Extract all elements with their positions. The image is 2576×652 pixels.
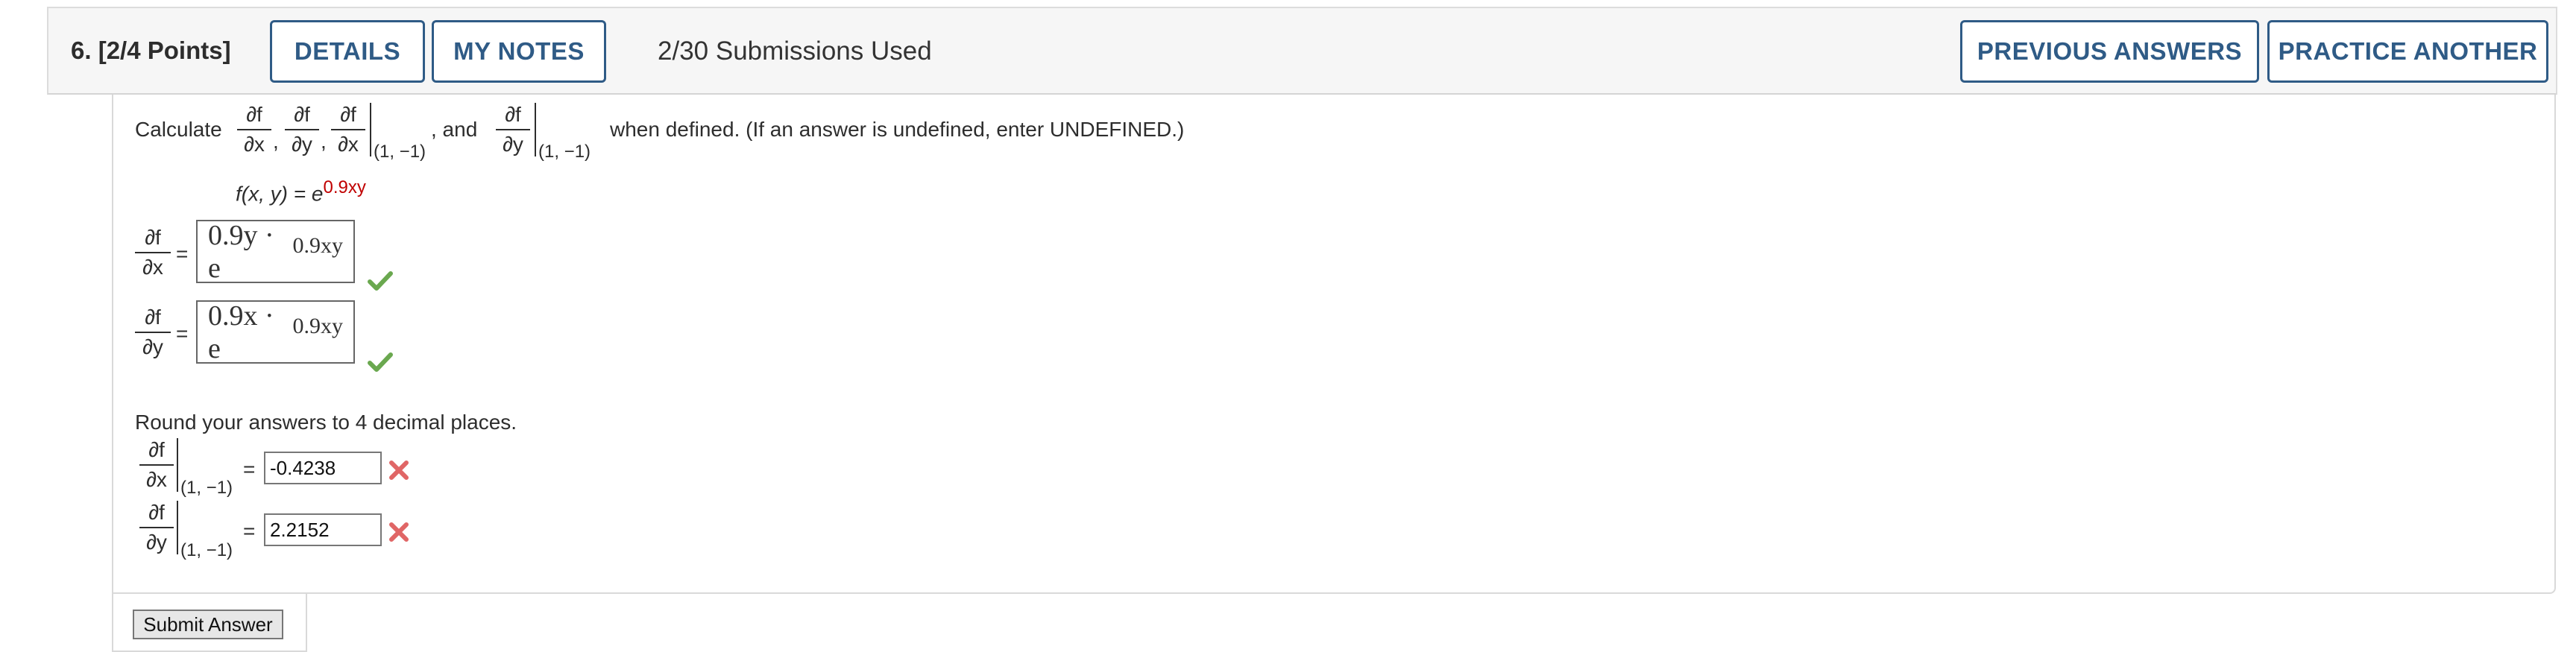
previous-answers-button[interactable]: PREVIOUS ANSWERS (1960, 20, 2259, 83)
my-notes-button[interactable]: MY NOTES (432, 20, 606, 83)
fraction-df-dx-eval-input: ∂f ∂x (139, 438, 174, 492)
fy-answer-base: 0.9x · e (208, 300, 274, 364)
fraction-df-dy: ∂f ∂y (285, 103, 319, 156)
fraction-denominator: ∂y (285, 129, 319, 156)
fraction-df-dy-answer: ∂f ∂y (135, 306, 171, 359)
fx-answer-display: 0.9y · e 0.9xy (196, 219, 355, 284)
fraction-denominator: ∂x (331, 129, 365, 156)
question-body (112, 95, 2556, 594)
fy-answer-display: 0.9x · e 0.9xy (196, 300, 355, 364)
fraction-df-dy-eval: ∂f ∂y (496, 103, 530, 156)
comma: , (321, 130, 327, 153)
fx-eval-input[interactable] (264, 452, 382, 484)
fraction-denominator: ∂y (496, 129, 530, 156)
fy-eval-input[interactable] (264, 513, 382, 546)
equals-sign: = (243, 519, 256, 542)
submissions-count: 2/30 Submissions Used (658, 37, 932, 66)
fraction-denominator: ∂x (139, 464, 174, 492)
fraction-denominator: ∂x (237, 129, 271, 156)
fraction-df-dx-answer: ∂f ∂x (135, 226, 171, 279)
equals-sign: = (243, 458, 256, 481)
evaluation-point: (1, −1) (538, 142, 591, 162)
fy-answer-exponent: 0.9xy (292, 313, 344, 338)
equals-sign: = (176, 242, 189, 265)
question-header: 6. [2/4 Points] DETAILS MY NOTES 2/30 Su… (47, 7, 2557, 95)
evaluation-bar (535, 103, 536, 156)
evaluation-bar (177, 501, 178, 554)
fraction-numerator: ∂f (145, 226, 161, 249)
evaluation-point: (1, −1) (180, 478, 233, 498)
comma: , (273, 130, 279, 153)
equals-sign: = (176, 322, 189, 345)
instruction-text: when defined. (If an answer is undefined… (610, 118, 1185, 141)
fraction-numerator: ∂f (246, 103, 262, 126)
fraction-numerator: ∂f (148, 501, 165, 524)
and-label: , and (431, 118, 478, 141)
fx-answer-exponent: 0.9xy (292, 232, 344, 258)
x-mark-icon (389, 460, 409, 480)
fraction-denominator: ∂y (139, 527, 174, 554)
round-note: Round your answers to 4 decimal places. (135, 411, 517, 434)
evaluation-bar (177, 438, 178, 492)
check-icon (368, 352, 393, 372)
check-icon (368, 271, 393, 291)
fx-answer-base: 0.9y · e (208, 219, 274, 284)
practice-another-button[interactable]: PRACTICE ANOTHER (2267, 20, 2548, 83)
fraction-numerator: ∂f (145, 306, 161, 329)
fraction-numerator: ∂f (148, 438, 165, 461)
question-number: 6. (71, 37, 92, 64)
submit-answer-button[interactable]: Submit Answer (133, 610, 283, 639)
fraction-numerator: ∂f (294, 103, 310, 126)
fraction-numerator: ∂f (340, 103, 356, 126)
fraction-denominator: ∂x (135, 252, 171, 279)
evaluation-bar (370, 103, 371, 156)
fraction-df-dx-eval: ∂f ∂x (331, 103, 365, 156)
fraction-denominator: ∂y (135, 332, 171, 359)
function-exponent: 0.9xy (323, 177, 366, 197)
fraction-numerator: ∂f (505, 103, 521, 126)
x-mark-icon (389, 522, 409, 542)
question-points: [2/4 Points] (98, 37, 231, 64)
calculate-label: Calculate (135, 118, 222, 141)
fraction-df-dx: ∂f ∂x (237, 103, 271, 156)
function-definition: f(x, y) = e0.9xy (236, 177, 366, 206)
evaluation-point: (1, −1) (374, 142, 426, 162)
details-button[interactable]: DETAILS (270, 20, 425, 83)
question-title: 6. [2/4 Points] (71, 37, 231, 65)
fraction-df-dy-eval-input: ∂f ∂y (139, 501, 174, 554)
evaluation-point: (1, −1) (180, 540, 233, 560)
function-lhs: f(x, y) = e (236, 182, 324, 206)
